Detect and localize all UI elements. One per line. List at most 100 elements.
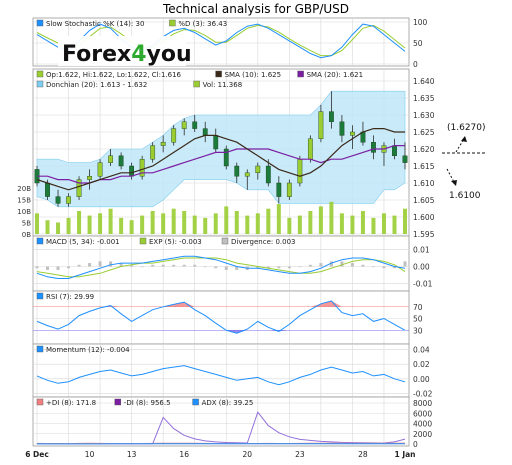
volume-bar	[329, 201, 334, 234]
legend-label: Divergence: 0.003	[231, 238, 296, 246]
y-tick-label: 6000	[413, 409, 432, 418]
macd-panel: 0.01 0.00 -0.01 MACD (5, 34): -0.001 EXP (5)…	[32, 235, 433, 292]
candle-body	[402, 155, 408, 163]
x-axis: 6 Dec 10 13 16 20 23 28 1 Jan	[25, 450, 415, 459]
volume-tick-label: 5B	[22, 220, 31, 228]
volume-bar	[45, 220, 50, 234]
candle-body	[392, 145, 397, 157]
y-tick-label: 0.02	[413, 360, 430, 369]
candle-body	[108, 155, 114, 163]
divergence-bar	[109, 261, 113, 267]
divergence-bar	[203, 266, 207, 268]
candle-body	[297, 158, 303, 184]
divergence-bar	[287, 266, 291, 269]
y-tick-label: 1.635	[413, 94, 435, 103]
legend-label: Op:1.622, Hi:1.622, Lo:1.622, Cl:1.616	[46, 71, 182, 79]
divergence-bar	[319, 263, 323, 267]
volume-bar	[381, 213, 386, 234]
divergence-bar	[214, 266, 218, 269]
volume-bar	[318, 206, 323, 234]
candle-body	[160, 141, 166, 146]
legend-label: SMA (10): 1.625	[225, 71, 282, 79]
divergence-bar	[77, 264, 81, 267]
volume-bar	[392, 215, 397, 234]
adx-panel: 80006000 400020000 +DI (8): 171.8 -DI (8): …	[32, 396, 432, 449]
legend-label: +DI (8): 171.8	[46, 399, 96, 407]
candle-body	[371, 141, 376, 153]
x-tick-label: 23	[295, 450, 305, 459]
momentum-panel: 0.04 0.02 0.00 -0.02 Momentum (12): -0.004	[32, 343, 433, 399]
candle-body	[87, 175, 92, 180]
candle-body	[318, 111, 324, 139]
candle-body	[307, 138, 313, 160]
volume-bar	[161, 213, 166, 234]
volume-bar	[77, 211, 82, 234]
legend-swatch	[169, 19, 176, 27]
legend-label: -DI (8): 956.5	[124, 399, 171, 407]
logo-text-part: 4	[131, 42, 146, 67]
legend-label: Donchian (20): 1.613 - 1.632	[46, 81, 147, 89]
legend-label: SMA (20): 1.621	[307, 71, 364, 79]
volume-bar	[213, 213, 218, 234]
volume-bar	[360, 211, 365, 234]
panels: 100 50 0 Slow Stochastic %K (14): 30 %D (3):…	[17, 17, 435, 449]
legend-swatch	[36, 19, 44, 27]
volume-bar	[234, 211, 239, 234]
candle-body	[66, 196, 71, 204]
y-tick-label: 1.600	[413, 213, 435, 222]
volume-bar	[182, 211, 187, 234]
divergence-bar	[403, 261, 407, 267]
forex4you-logo: Forex4you	[58, 36, 192, 67]
volume-bar	[192, 215, 197, 234]
legend-label: Momentum (12): -0.004	[46, 346, 130, 354]
volume-bar	[276, 204, 281, 234]
y-tick-label: 2000	[413, 430, 432, 439]
volume-bar	[287, 217, 292, 234]
legend-swatch	[139, 237, 147, 245]
legend-swatch	[193, 80, 200, 88]
candle-body	[339, 121, 345, 136]
divergence-bar	[88, 263, 92, 267]
divergence-bar	[140, 266, 144, 268]
legend-swatch	[215, 70, 222, 78]
x-tick-label: 16	[179, 450, 189, 459]
y-tick-label: 100	[413, 18, 428, 27]
legend-label: EXP (5): -0.003	[149, 238, 202, 246]
x-tick-label: 6 Dec	[25, 450, 49, 459]
rsi-panel: 70 50 30 RSI (7): 29.99	[32, 290, 423, 345]
volume-bar	[66, 217, 71, 234]
candle-body	[55, 196, 61, 204]
y-tick-label: 1.610	[413, 179, 435, 188]
divergence-bar	[350, 263, 354, 267]
divergence-bar	[298, 266, 302, 268]
y-tick-label: 1.615	[413, 162, 435, 171]
candle-body	[150, 145, 156, 160]
y-tick-label: 0.04	[413, 345, 430, 354]
volume-bar	[108, 208, 113, 234]
legend-swatch	[192, 398, 199, 406]
legend-label: %D (3): 36.43	[178, 20, 227, 28]
divergence-bar	[224, 266, 228, 270]
annotation-arrowhead-down	[451, 180, 457, 186]
y-tick-label: 0.01	[413, 245, 430, 254]
volume-bar	[150, 211, 155, 234]
y-tick-label: 1.640	[413, 77, 435, 86]
volume-bar	[87, 215, 92, 234]
y-tick-label: 30	[413, 326, 423, 335]
legend-label: Slow Stochastic %K (14): 30	[46, 20, 144, 28]
chart-canvas: Technical analysis for GBP/USD 100500Slo…	[17, 2, 487, 459]
candle-body	[171, 128, 177, 143]
y-tick-label: -0.01	[413, 280, 433, 289]
logo-text-part: you	[147, 42, 192, 67]
logo-text-part: Forex	[62, 42, 131, 67]
legend-swatch	[36, 292, 44, 300]
candle-body	[265, 165, 271, 184]
candle-body	[192, 121, 198, 129]
x-tick-label: 13	[127, 450, 137, 459]
divergence-bar	[172, 264, 176, 267]
y-tick-label: -0.02	[413, 390, 433, 399]
volume-tick-label: 20B	[17, 185, 31, 193]
y-tick-label: 0.00	[413, 263, 430, 272]
y-tick-label: 0	[413, 440, 418, 449]
y-tick-label: 50	[413, 315, 423, 324]
